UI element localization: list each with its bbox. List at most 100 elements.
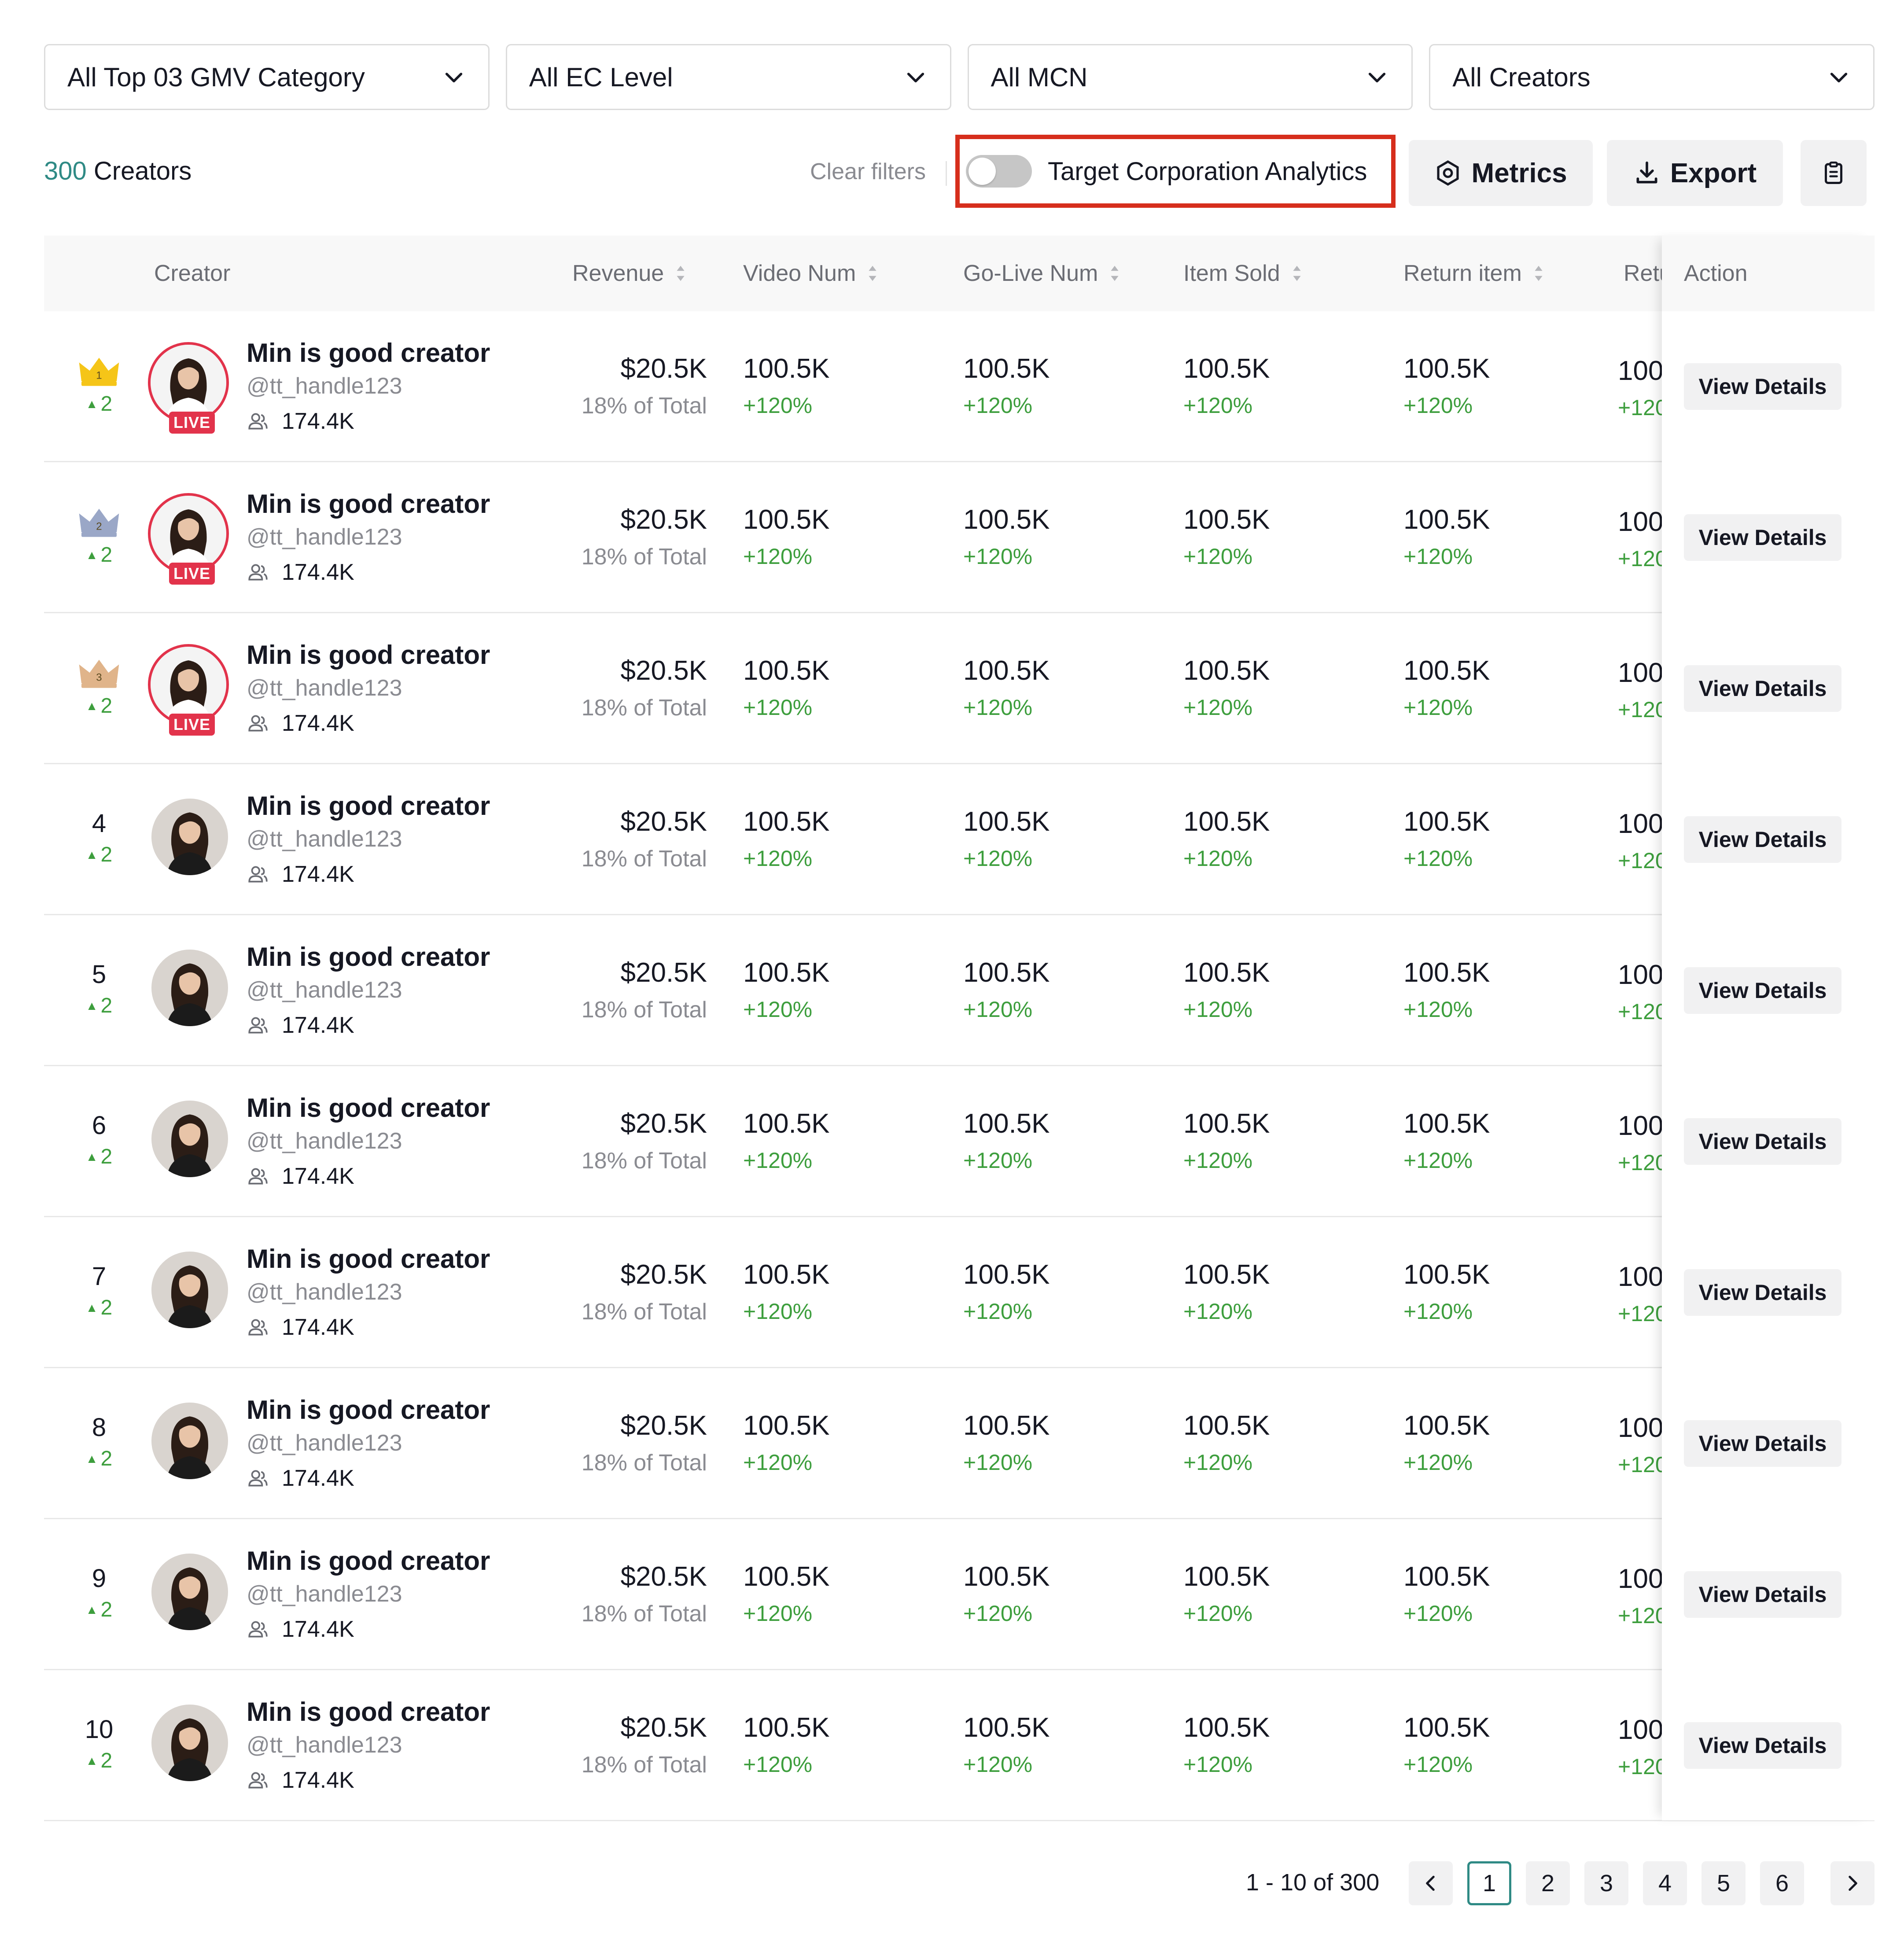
creator-name[interactable]: Min is good creator — [247, 1093, 490, 1123]
metrics-button[interactable]: Metrics — [1409, 140, 1593, 206]
pagination-page-6[interactable]: 6 — [1760, 1861, 1804, 1905]
return-item-change: +120% — [1403, 1148, 1473, 1173]
creator-avatar[interactable]: LIVE — [148, 644, 232, 736]
creator-name[interactable]: Min is good creator — [247, 942, 490, 972]
target-analytics-toggle[interactable] — [966, 155, 1032, 188]
header-return-item[interactable]: Return item — [1403, 236, 1544, 311]
creator-name[interactable]: Min is good creator — [247, 791, 490, 821]
creator-name[interactable]: Min is good creator — [247, 1244, 490, 1274]
view-details-button[interactable]: View Details — [1684, 1118, 1841, 1165]
table-row[interactable]: 2 ▲ 2 LIVE Min is good creator @tt_handle… — [44, 462, 1875, 613]
return-item-change: +120% — [1403, 1601, 1473, 1626]
return-rate-change: +120 — [1618, 1603, 1664, 1628]
pagination-prev-button[interactable] — [1409, 1861, 1453, 1905]
followers-count: 174.4K — [282, 560, 354, 585]
clear-filters-link[interactable]: Clear filters — [810, 158, 926, 185]
pagination-page-4[interactable]: 4 — [1643, 1861, 1687, 1905]
view-details-button[interactable]: View Details — [1684, 816, 1841, 863]
table-row[interactable]: 9 ▲2 Min is good creator @tt_handle123 — [44, 1519, 1875, 1670]
go-live-num-change: +120% — [963, 846, 1033, 871]
go-live-num-change: +120% — [963, 1148, 1033, 1173]
header-item-sold[interactable]: Item Sold — [1183, 236, 1302, 311]
table-row[interactable]: 10 ▲2 Min is good creator @tt_handle123 — [44, 1670, 1875, 1821]
creator-avatar[interactable]: LIVE — [148, 342, 232, 434]
return-item-change: +120% — [1403, 544, 1473, 569]
creator-avatar[interactable] — [148, 795, 232, 879]
view-details-button[interactable]: View Details — [1684, 665, 1841, 712]
creator-avatar[interactable] — [148, 1550, 232, 1634]
header-video-num[interactable]: Video Num — [743, 236, 878, 311]
return-rate-value: 100 — [1618, 1564, 1664, 1594]
rank-change-value: 2 — [100, 694, 113, 718]
table-row[interactable]: 1 ▲ 2 LIVE Min is good creator @tt_handle… — [44, 311, 1875, 462]
creator-avatar[interactable] — [148, 946, 232, 1030]
creator-name[interactable]: Min is good creator — [247, 1697, 490, 1727]
rank-cell: 6 ▲ 2 — [75, 1110, 123, 1169]
table-row[interactable]: 4 ▲2 Min is good creator @tt_handle123 — [44, 764, 1875, 915]
view-details-button[interactable]: View Details — [1684, 1571, 1841, 1618]
rank-change: ▲ 2 — [85, 543, 113, 567]
return-item-value: 100.5K — [1403, 354, 1490, 384]
item-sold-value: 100.5K — [1183, 806, 1270, 837]
view-details-button[interactable]: View Details — [1684, 514, 1841, 561]
creator-avatar[interactable] — [148, 1701, 232, 1785]
view-details-button[interactable]: View Details — [1684, 1269, 1841, 1316]
creator-avatar[interactable] — [148, 1399, 232, 1483]
header-go-live-num[interactable]: Go-Live Num — [963, 236, 1120, 311]
creator-handle: @tt_handle123 — [247, 977, 402, 1003]
header-item-sold-label: Item Sold — [1183, 261, 1280, 286]
pagination-page-1[interactable]: 1 — [1467, 1861, 1511, 1905]
view-details-button[interactable]: View Details — [1684, 967, 1841, 1014]
creator-name[interactable]: Min is good creator — [247, 1395, 490, 1425]
followers-count: 174.4K — [282, 1466, 354, 1491]
creator-avatar[interactable]: LIVE — [148, 493, 232, 585]
target-analytics-label: Target Corporation Analytics — [1048, 157, 1367, 186]
creator-name[interactable]: Min is good creator — [247, 489, 490, 519]
go-live-num-value: 100.5K — [963, 957, 1050, 988]
creators-filter[interactable]: All Creators — [1429, 44, 1875, 110]
pagination-page-5[interactable]: 5 — [1701, 1861, 1746, 1905]
view-details-button[interactable]: View Details — [1684, 1420, 1841, 1467]
export-button[interactable]: Export — [1607, 140, 1783, 206]
creator-followers: 174.4K — [247, 710, 354, 736]
pagination-next-button[interactable] — [1830, 1861, 1875, 1905]
revenue-share: 18% of Total — [581, 1450, 707, 1476]
return-item-value: 100.5K — [1403, 1561, 1490, 1592]
creator-name[interactable]: Min is good creator — [247, 338, 490, 368]
rank-change-value: 2 — [100, 543, 113, 567]
revenue-value: $20.5K — [620, 1108, 707, 1139]
creator-name[interactable]: Min is good creator — [247, 1546, 490, 1576]
followers-icon — [248, 715, 268, 732]
table-row[interactable]: 8 ▲2 Min is good creator @tt_handle123 — [44, 1368, 1875, 1519]
creator-avatar[interactable] — [148, 1097, 232, 1181]
item-sold-value: 100.5K — [1183, 1561, 1270, 1592]
rank-number: 9 — [92, 1564, 107, 1593]
avatar-image — [148, 493, 229, 574]
table-row[interactable]: 3 ▲ 2 LIVE Min is good creator @tt_handle… — [44, 613, 1875, 764]
table-row[interactable]: 7 ▲2 Min is good creator @tt_handle123 — [44, 1217, 1875, 1368]
header-revenue[interactable]: Revenue — [572, 236, 686, 311]
table-row[interactable]: 6 ▲2 Min is good creator @tt_handle123 — [44, 1066, 1875, 1217]
rank-change: ▲ 2 — [85, 994, 113, 1017]
creator-name[interactable]: Min is good creator — [247, 640, 490, 670]
followers-icon — [248, 1168, 268, 1185]
table-row[interactable]: 5 ▲2 Min is good creator @tt_handle123 — [44, 915, 1875, 1066]
return-rate-change: +120 — [1618, 395, 1664, 420]
view-details-button[interactable]: View Details — [1684, 363, 1841, 410]
mcn-filter[interactable]: All MCN — [967, 44, 1413, 110]
ec-level-filter[interactable]: All EC Level — [505, 44, 951, 110]
pagination-page-2[interactable]: 2 — [1526, 1861, 1570, 1905]
creator-handle: @tt_handle123 — [247, 1581, 402, 1607]
creator-avatar[interactable] — [148, 1248, 232, 1332]
creator-handle: @tt_handle123 — [247, 373, 402, 399]
view-details-button[interactable]: View Details — [1684, 1722, 1841, 1769]
return-rate-value: 100 — [1618, 356, 1664, 386]
video-num-change: +120% — [743, 393, 813, 418]
chevron-right-icon — [1849, 1875, 1857, 1891]
pagination-page-3[interactable]: 3 — [1584, 1861, 1628, 1905]
return-item-change: +120% — [1403, 1752, 1473, 1777]
clipboard-button[interactable] — [1801, 140, 1867, 206]
gmv-category-filter[interactable]: All Top 03 GMV Category — [44, 44, 490, 110]
item-sold-value: 100.5K — [1183, 1108, 1270, 1139]
metrics-settings-icon — [1437, 160, 1459, 186]
